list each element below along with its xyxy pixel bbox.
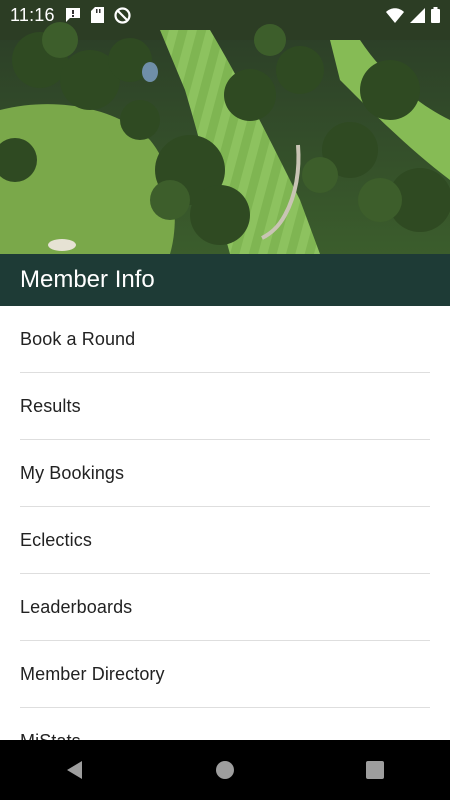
back-icon[interactable]	[45, 740, 105, 800]
member-menu-list: Book a Round Results My Bookings Eclecti…	[0, 306, 450, 740]
app-header: Member Info	[0, 254, 450, 306]
recents-icon[interactable]	[345, 740, 405, 800]
navigation-bar	[0, 740, 450, 800]
home-icon[interactable]	[195, 740, 255, 800]
menu-item-my-bookings[interactable]: My Bookings	[20, 440, 430, 507]
menu-item-mistats[interactable]: MiStats	[20, 708, 430, 741]
menu-item-results[interactable]: Results	[20, 373, 430, 440]
wifi-icon	[386, 7, 404, 23]
signal-icon	[410, 7, 425, 23]
status-time: 11:16	[10, 4, 55, 25]
sd-card-icon	[90, 7, 104, 23]
menu-item-label: MiStats	[20, 731, 81, 741]
menu-item-eclectics[interactable]: Eclectics	[20, 507, 430, 574]
battery-icon	[431, 7, 440, 23]
menu-item-label: Member Directory	[20, 663, 165, 684]
menu-item-book-a-round[interactable]: Book a Round	[20, 306, 430, 373]
menu-item-label: My Bookings	[20, 462, 125, 483]
menu-item-label: Leaderboards	[20, 596, 133, 617]
do-not-disturb-icon	[114, 6, 131, 24]
message-notification-icon	[65, 7, 81, 23]
golf-course-aerial-image	[0, 0, 450, 254]
menu-item-label: Eclectics	[20, 529, 92, 550]
menu-item-leaderboards[interactable]: Leaderboards	[20, 574, 430, 641]
status-bar: 11:16	[0, 0, 450, 30]
menu-item-member-directory[interactable]: Member Directory	[20, 641, 430, 708]
menu-item-label: Results	[20, 395, 81, 416]
page-title: Member Info	[20, 266, 155, 293]
menu-item-label: Book a Round	[20, 328, 136, 349]
